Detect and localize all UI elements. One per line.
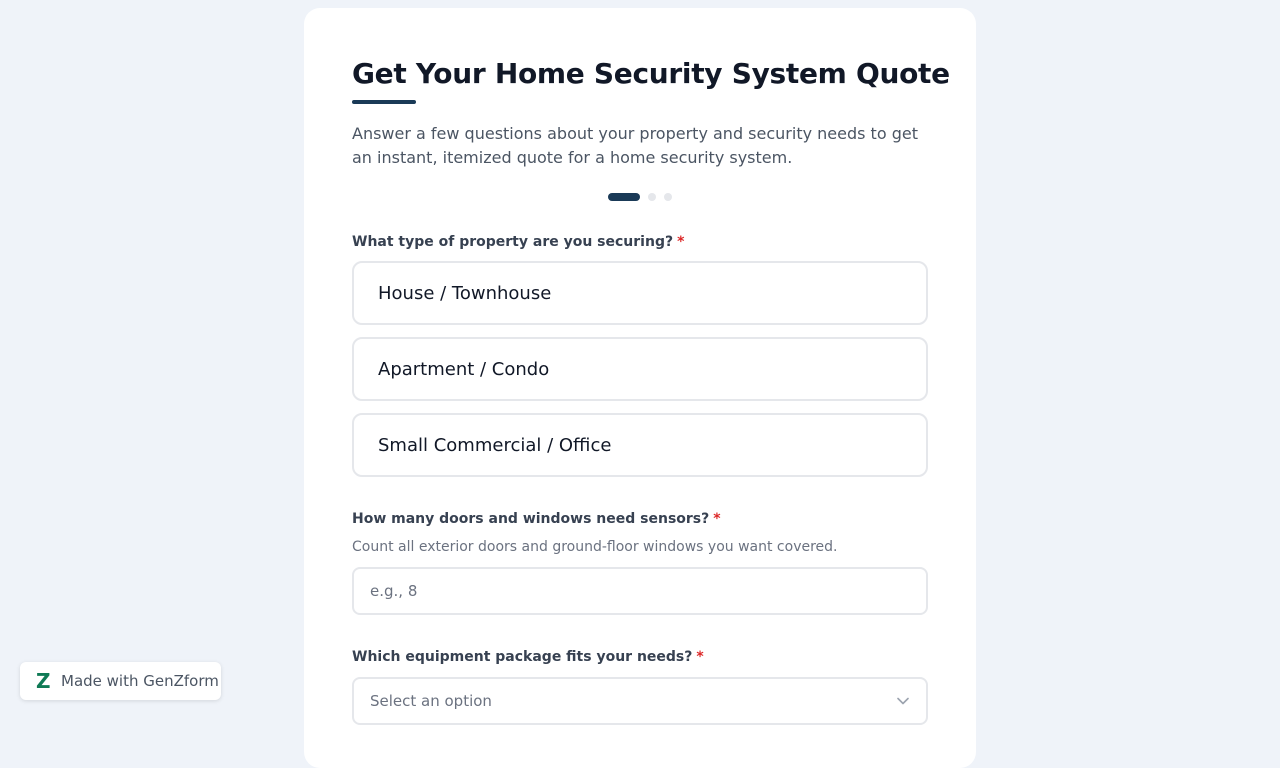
progress-step-3 bbox=[664, 193, 672, 201]
sensors-label: How many doors and windows need sensors?… bbox=[352, 509, 928, 529]
sensors-label-text: How many doors and windows need sensors? bbox=[352, 511, 710, 527]
step-progress bbox=[352, 193, 928, 201]
sensors-helper-text: Count all exterior doors and ground-floo… bbox=[352, 539, 838, 555]
progress-step-1 bbox=[608, 193, 640, 201]
option-house-townhouse[interactable]: House / Townhouse bbox=[352, 261, 928, 325]
sensors-count-input[interactable] bbox=[352, 567, 928, 615]
genzform-logo-icon: Z bbox=[36, 669, 51, 693]
page-title: Get Your Home Security System Quote bbox=[352, 57, 950, 90]
property-type-label-text: What type of property are you securing? bbox=[352, 234, 674, 250]
made-with-genzform-badge[interactable]: Z Made with GenZform bbox=[20, 662, 221, 700]
badge-text: Made with GenZform bbox=[61, 672, 219, 690]
chevron-down-icon bbox=[896, 694, 910, 708]
form-card: Get Your Home Security System Quote Answ… bbox=[304, 8, 976, 768]
required-marker: * bbox=[713, 511, 721, 527]
form-subtitle: Answer a few questions about your proper… bbox=[352, 124, 918, 167]
package-label: Which equipment package fits your needs?… bbox=[352, 647, 928, 667]
required-marker: * bbox=[696, 649, 704, 665]
package-select-value: Select an option bbox=[370, 692, 492, 710]
option-apartment-condo[interactable]: Apartment / Condo bbox=[352, 337, 928, 401]
package-label-text: Which equipment package fits your needs? bbox=[352, 649, 693, 665]
progress-step-2 bbox=[648, 193, 656, 201]
property-type-label: What type of property are you securing? * bbox=[352, 232, 928, 252]
required-marker: * bbox=[677, 234, 685, 250]
title-underline bbox=[352, 100, 416, 104]
property-type-options: House / Townhouse Apartment / Condo Smal… bbox=[352, 261, 928, 477]
option-small-commercial-office[interactable]: Small Commercial / Office bbox=[352, 413, 928, 477]
package-select[interactable]: Select an option bbox=[352, 677, 928, 725]
